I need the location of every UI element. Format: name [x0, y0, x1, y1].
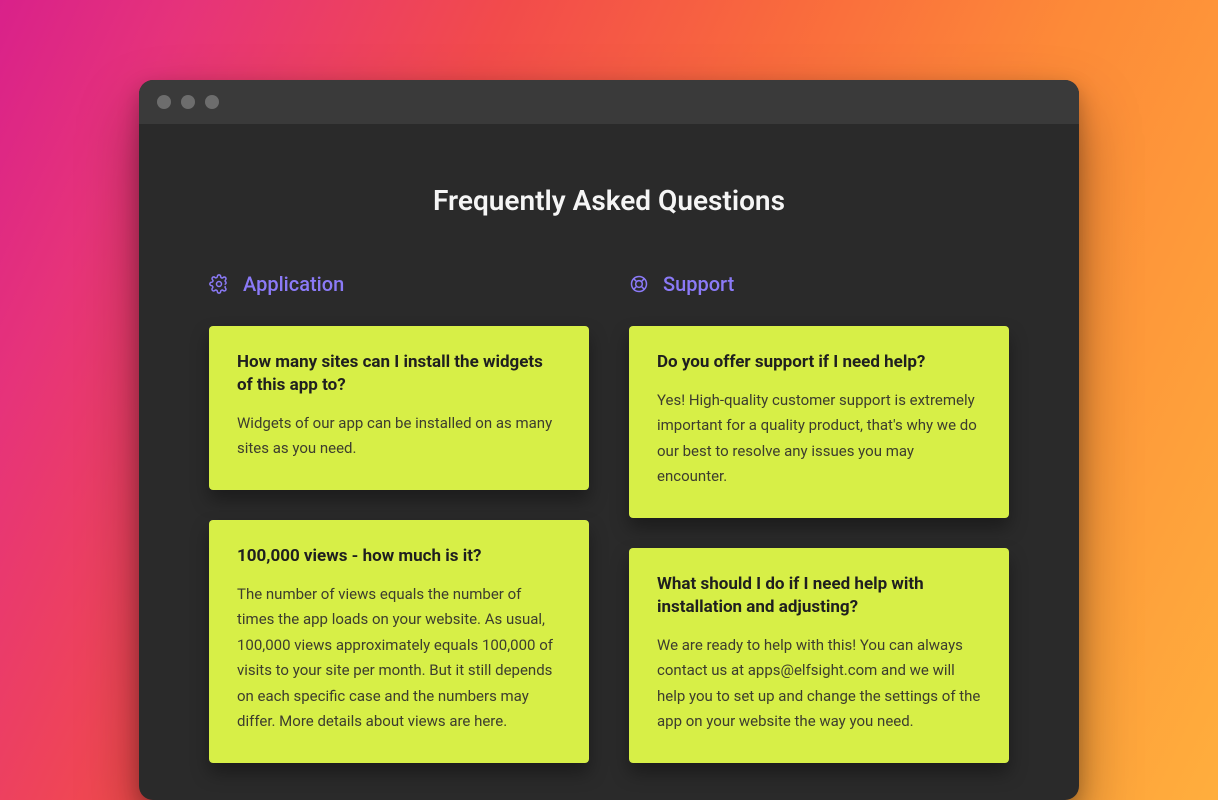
faq-card[interactable]: How many sites can I install the widgets… — [209, 326, 589, 490]
window-zoom-dot[interactable] — [205, 95, 219, 109]
page-title: Frequently Asked Questions — [209, 184, 1009, 217]
window-minimize-dot[interactable] — [181, 95, 195, 109]
faq-card[interactable]: Do you offer support if I need help? Yes… — [629, 326, 1009, 518]
faq-question: Do you offer support if I need help? — [657, 351, 981, 374]
content-area: Frequently Asked Questions Application — [139, 124, 1079, 800]
page-background: Frequently Asked Questions Application — [0, 0, 1218, 800]
faq-answer: The number of views equals the number of… — [237, 582, 561, 735]
category-title-application: Application — [243, 272, 344, 296]
faq-question: What should I do if I need help with ins… — [657, 573, 981, 619]
faq-card[interactable]: 100,000 views - how much is it? The numb… — [209, 520, 589, 763]
titlebar — [139, 80, 1079, 124]
window-close-dot[interactable] — [157, 95, 171, 109]
faq-card[interactable]: What should I do if I need help with ins… — [629, 548, 1009, 763]
faq-answer: We are ready to help with this! You can … — [657, 633, 981, 735]
faq-column-application: Application How many sites can I install… — [209, 272, 589, 793]
category-header-application: Application — [209, 272, 589, 296]
faq-columns: Application How many sites can I install… — [209, 272, 1009, 793]
app-window: Frequently Asked Questions Application — [139, 80, 1079, 800]
gear-icon — [209, 274, 229, 294]
category-title-support: Support — [663, 272, 734, 296]
lifebuoy-icon — [629, 274, 649, 294]
faq-column-support: Support Do you offer support if I need h… — [629, 272, 1009, 793]
faq-question: 100,000 views - how much is it? — [237, 545, 561, 568]
faq-answer: Yes! High-quality customer support is ex… — [657, 388, 981, 490]
faq-question: How many sites can I install the widgets… — [237, 351, 561, 397]
faq-answer: Widgets of our app can be installed on a… — [237, 411, 561, 462]
category-header-support: Support — [629, 272, 1009, 296]
